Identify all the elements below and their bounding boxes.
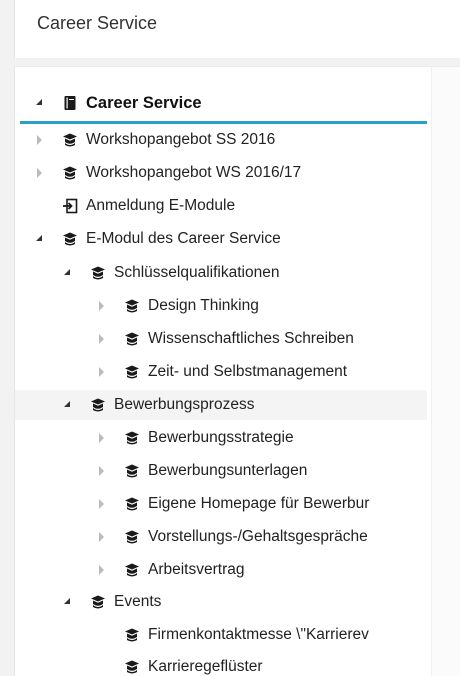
expand-toggle-icon[interactable] (96, 531, 108, 543)
selected-root-underline (20, 121, 427, 124)
tree-node-label[interactable]: Bewerbungsprozess (114, 396, 254, 414)
course-icon (62, 132, 78, 148)
course-icon (62, 165, 78, 181)
expand-toggle-icon[interactable] (96, 432, 108, 444)
course-icon (124, 463, 140, 479)
toggle-spacer (96, 629, 108, 641)
tree-node[interactable]: Workshopangebot SS 2016 (15, 125, 427, 155)
collapse-toggle-icon[interactable] (62, 399, 74, 411)
tree-node-label[interactable]: Design Thinking (148, 297, 259, 315)
course-icon (62, 231, 78, 247)
toggle-spacer (34, 200, 46, 212)
course-icon (90, 397, 106, 413)
tree-node-label[interactable]: Zeit- und Selbstmanagement (148, 363, 347, 381)
expand-toggle-icon[interactable] (34, 134, 46, 146)
tree-node[interactable]: Schlüsselqualifikationen (15, 258, 427, 288)
expand-toggle-icon[interactable] (34, 167, 46, 179)
tree-node-label[interactable]: Eigene Homepage für Bewerbur (148, 495, 369, 513)
tree-node[interactable]: Design Thinking (15, 291, 427, 321)
course-icon (90, 594, 106, 610)
expand-toggle-icon[interactable] (96, 564, 108, 576)
tree-node[interactable]: Karrieregeflüster (15, 652, 427, 676)
book-icon (62, 95, 78, 111)
tree-node[interactable]: Workshopangebot WS 2016/17 (15, 158, 427, 188)
tree-node-label[interactable]: Vorstellungs-/Gehaltsgespräche (148, 528, 368, 546)
tree-node[interactable]: E-Modul des Career Service (15, 224, 427, 254)
page-title: Career Service (37, 13, 158, 33)
tree-node-label[interactable]: Events (114, 593, 161, 611)
tree-node[interactable]: Wissenschaftliches Schreiben (15, 324, 427, 354)
course-icon (124, 562, 140, 578)
tree-node[interactable]: Events (15, 587, 427, 617)
tree-node[interactable]: Bewerbungsunterlagen (15, 456, 427, 486)
tree-node-label[interactable]: Schlüsselqualifikationen (114, 264, 279, 282)
tree-node-label[interactable]: E-Modul des Career Service (86, 230, 281, 248)
tree-scrollbar[interactable] (431, 67, 460, 676)
tree-node[interactable]: Eigene Homepage für Bewerbur (15, 489, 427, 519)
tree-node[interactable]: Career Service (15, 88, 427, 118)
tree-node[interactable]: Vorstellungs-/Gehaltsgespräche (15, 522, 427, 552)
tree-node-label[interactable]: Workshopangebot SS 2016 (86, 131, 275, 149)
page-header: Career Service (14, 0, 460, 58)
course-icon (90, 265, 106, 281)
course-icon (124, 298, 140, 314)
tree-node-label[interactable]: Karrieregeflüster (148, 658, 263, 676)
collapse-toggle-icon[interactable] (62, 596, 74, 608)
course-icon (124, 364, 140, 380)
tree-node[interactable]: Zeit- und Selbstmanagement (15, 357, 427, 387)
tree-panel: Career Service Workshopangebot SS 2016 Wor… (14, 66, 460, 676)
collapse-toggle-icon[interactable] (62, 267, 74, 279)
tree-node-label[interactable]: Anmeldung E-Module (86, 197, 235, 215)
course-icon (124, 331, 140, 347)
tree-node[interactable]: Firmenkontaktmesse \"Karrierev (15, 620, 427, 650)
tree-node[interactable]: Bewerbungsstrategie (15, 423, 427, 453)
course-icon (124, 659, 140, 675)
tree-node[interactable]: Arbeitsvertrag (15, 555, 427, 585)
tree-node[interactable]: Anmeldung E-Module (15, 191, 427, 221)
tree-node-label[interactable]: Workshopangebot WS 2016/17 (86, 164, 301, 182)
expand-toggle-icon[interactable] (96, 366, 108, 378)
tree-node-label[interactable]: Bewerbungsunterlagen (148, 462, 307, 480)
expand-toggle-icon[interactable] (96, 300, 108, 312)
collapse-toggle-icon[interactable] (34, 233, 46, 245)
expand-toggle-icon[interactable] (96, 498, 108, 510)
expand-toggle-icon[interactable] (96, 333, 108, 345)
toggle-spacer (96, 661, 108, 673)
course-icon (124, 529, 140, 545)
course-icon (124, 430, 140, 446)
expand-toggle-icon[interactable] (96, 465, 108, 477)
login-icon (62, 198, 78, 214)
course-icon (124, 496, 140, 512)
tree-node-label[interactable]: Bewerbungsstrategie (148, 429, 294, 447)
tree-node-label[interactable]: Career Service (86, 94, 202, 113)
tree-node[interactable]: Bewerbungsprozess (15, 390, 427, 420)
course-icon (124, 627, 140, 643)
tree-node-label[interactable]: Firmenkontaktmesse \"Karrierev (148, 626, 369, 644)
tree-node-label[interactable]: Wissenschaftliches Schreiben (148, 330, 354, 348)
tree-node-label[interactable]: Arbeitsvertrag (148, 561, 244, 579)
collapse-toggle-icon[interactable] (34, 97, 46, 109)
